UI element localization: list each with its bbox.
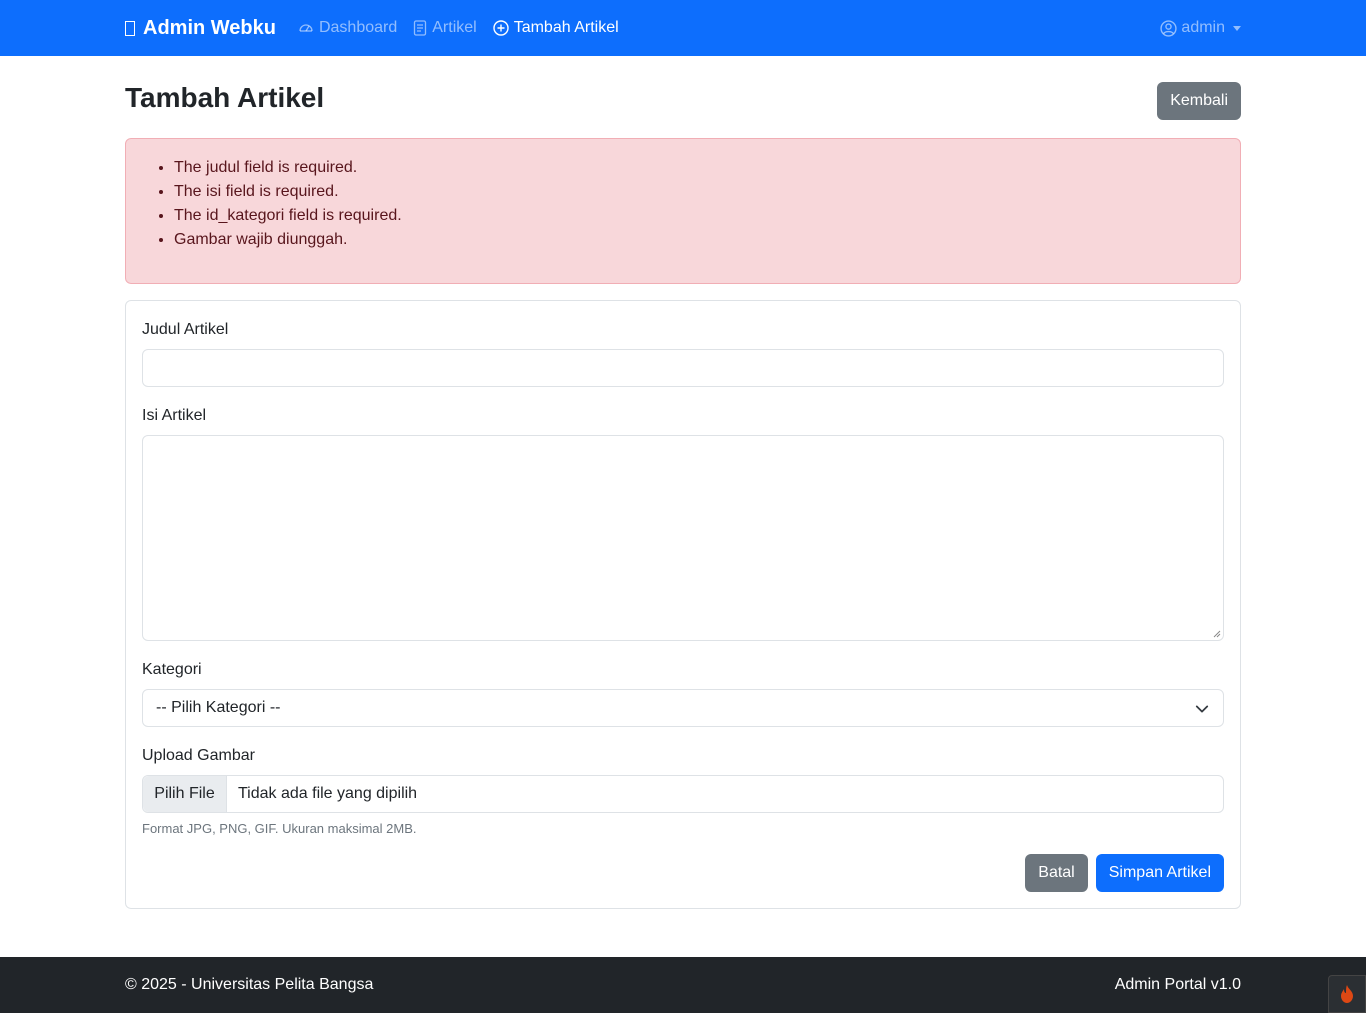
user-circle-icon [1160,19,1178,37]
nav-item-artikel[interactable]: Artikel [413,19,477,37]
speedometer-icon [299,24,313,32]
upload-help-text: Format JPG, PNG, GIF. Ukuran maksimal 2M… [142,821,417,836]
page-footer: © 2025 - Universitas Pelita Bangsa Admin… [0,957,1366,1013]
nav-item-tambah-artikel[interactable]: Tambah Artikel [493,19,619,37]
chevron-down-icon [1195,705,1209,713]
brand-link[interactable]: Admin Webku [125,17,276,40]
nav-item-dashboard[interactable]: Dashboard [298,19,397,37]
isi-textarea[interactable] [142,435,1224,641]
judul-label: Judul Artikel [142,321,229,338]
cancel-button[interactable]: Batal [1025,854,1088,892]
file-input[interactable]: Pilih File Tidak ada file yang dipilih [142,775,1224,813]
nav-item-label: Tambah Artikel [513,19,619,36]
footer-copyright: © 2025 - Universitas Pelita Bangsa [125,976,374,993]
caret-down-icon [1233,25,1241,31]
judul-input[interactable] [142,349,1224,387]
error-item: The isi field is required. [174,180,1224,204]
choose-file-button[interactable]: Pilih File [143,776,227,812]
kategori-select[interactable]: -- Pilih Kategori -- [142,689,1224,727]
page-header: Tambah Artikel Kembali [125,82,1241,120]
error-alert: The judul field is required. The isi fie… [125,138,1241,284]
form-actions: Batal Simpan Artikel [1025,854,1224,892]
nav-item-label: Artikel [432,19,477,36]
isi-label: Isi Artikel [142,407,207,424]
file-status: Tidak ada file yang dipilih [238,785,418,802]
plus-circle-icon [493,20,509,36]
back-button[interactable]: Kembali [1157,82,1241,120]
user-name: admin [1181,19,1225,36]
top-navbar: Admin Webku Dashboard Artikel Tambah Art… [0,0,1366,56]
footer-version: Admin Portal v1.0 [1114,976,1241,993]
upload-label: Upload Gambar [142,747,255,764]
error-item: The judul field is required. [174,156,1224,180]
debug-toolbar-button[interactable] [1328,975,1366,1013]
flame-icon [1341,985,1353,1003]
brand-label: Admin Webku [143,16,276,39]
kategori-label: Kategori [142,661,202,678]
article-form: Judul Artikel Isi Artikel Kategori -- Pi… [125,300,1241,909]
page-title: Tambah Artikel [125,82,325,113]
kategori-selected: -- Pilih Kategori -- [156,699,281,716]
brand-icon [125,20,135,36]
nav-item-label: Dashboard [318,19,398,36]
user-dropdown[interactable]: admin [1160,19,1241,37]
resize-handle-icon[interactable] [1213,630,1221,638]
document-icon [414,20,427,36]
save-article-button[interactable]: Simpan Artikel [1095,854,1224,892]
error-item: Gambar wajib diunggah. [174,228,1224,252]
error-item: The id_kategori field is required. [174,204,1224,228]
error-list: The judul field is required. The isi fie… [174,156,1224,252]
